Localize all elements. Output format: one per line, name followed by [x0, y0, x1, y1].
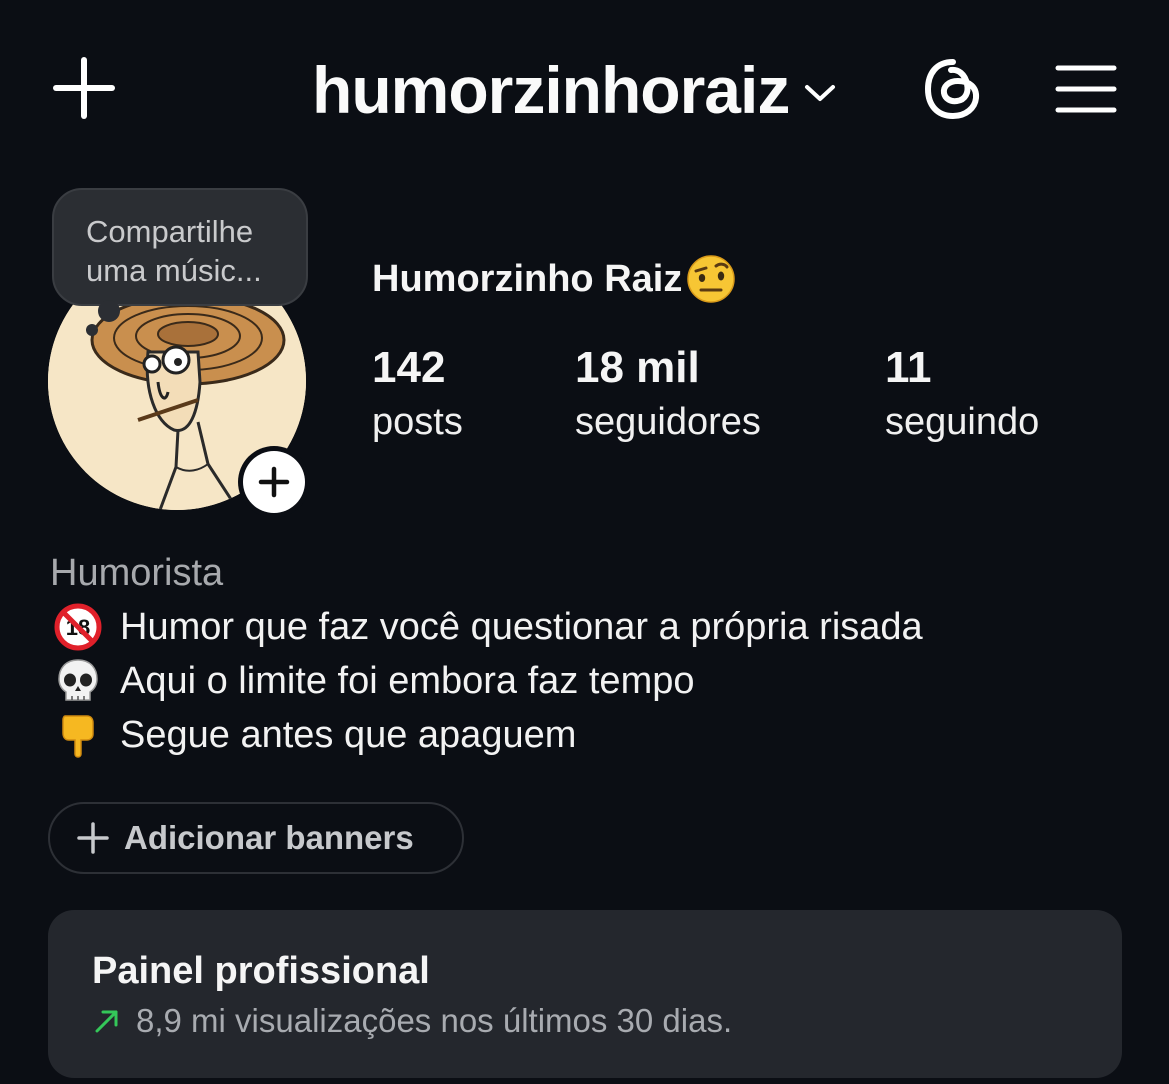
- bio-line: 18 Humor que faz você questionar a própr…: [50, 602, 923, 652]
- raised-eyebrow-face-icon: [687, 255, 736, 303]
- dashboard-subtitle-text: 8,9 mi visualizações nos últimos 30 dias…: [136, 1002, 733, 1039]
- username: humorzinhoraiz: [312, 53, 790, 127]
- stat-posts[interactable]: 142 posts: [372, 340, 463, 448]
- stat-followers-label: seguidores: [575, 401, 761, 443]
- add-story-plus-icon: [243, 451, 305, 513]
- stat-following-value: 11: [885, 343, 932, 392]
- bio-line: Segue antes que apaguem: [50, 710, 576, 760]
- trend-up-arrow-icon: [95, 1010, 118, 1033]
- add-banners-label: Adicionar banners: [124, 819, 414, 856]
- profile-category: Humorista: [50, 552, 224, 594]
- skull-icon: [50, 656, 106, 706]
- note-bubble-line2: uma músic...: [86, 253, 262, 288]
- note-bubble[interactable]: Compartilhe uma músic...: [52, 188, 308, 306]
- stat-following-label: seguindo: [885, 401, 1040, 443]
- threads-icon[interactable]: [920, 56, 986, 122]
- plus-icon: [77, 822, 109, 854]
- bio-line-text: Aqui o limite foi embora faz tempo: [120, 659, 695, 702]
- stat-followers-value: 18 mil: [575, 343, 700, 392]
- no-under-18-icon: 18: [50, 602, 106, 652]
- account-switcher[interactable]: humorzinhoraiz: [312, 52, 837, 128]
- top-bar: humorzinhoraiz: [0, 0, 1169, 180]
- note-bubble-line1: Compartilhe: [86, 214, 254, 249]
- menu-icon[interactable]: [1054, 62, 1118, 116]
- dashboard-title: Painel profissional: [92, 950, 430, 992]
- create-plus-icon[interactable]: [52, 56, 116, 120]
- dashboard-subtitle: 8,9 mi visualizações nos últimos 30 dias…: [92, 1002, 732, 1040]
- stat-following[interactable]: 11 seguindo: [885, 340, 1039, 448]
- display-name: Humorzinho Raiz: [372, 254, 738, 304]
- professional-dashboard-card[interactable]: Painel profissional 8,9 mi visualizações…: [48, 910, 1122, 1078]
- bio-line-text: Humor que faz você questionar a própria …: [120, 605, 923, 648]
- chevron-down-icon: [805, 85, 836, 101]
- note-bubble-tail-small: [86, 324, 98, 336]
- bio-line-text: Segue antes que apaguem: [120, 713, 577, 756]
- profile-page: humorzinhoraiz Compartilhe uma músic... …: [0, 0, 1169, 1084]
- pointing-down-hand-icon: [50, 710, 106, 760]
- stat-followers[interactable]: 18 mil seguidores: [575, 340, 761, 448]
- add-banners-button[interactable]: Adicionar banners: [48, 802, 464, 874]
- stat-posts-label: posts: [372, 401, 463, 443]
- display-name-text: Humorzinho Raiz: [372, 257, 683, 300]
- note-bubble-tail: [98, 300, 120, 322]
- bio-line: Aqui o limite foi embora faz tempo: [50, 656, 695, 706]
- stat-posts-value: 142: [372, 343, 446, 392]
- add-story-button[interactable]: [238, 446, 310, 518]
